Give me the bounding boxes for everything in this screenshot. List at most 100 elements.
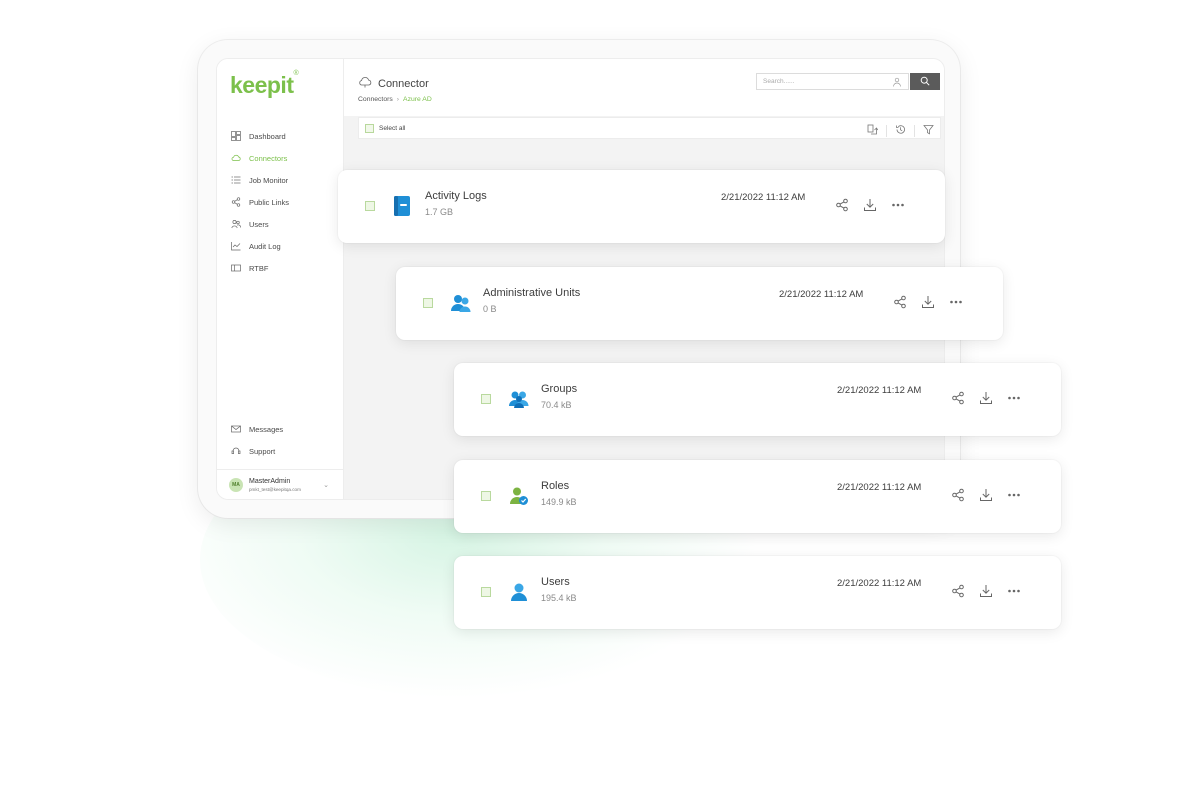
chevron-down-icon[interactable]: ⌄ — [323, 481, 329, 489]
breadcrumb-connectors[interactable]: Connectors — [358, 96, 393, 103]
cloud-icon — [358, 75, 372, 93]
restore-icon[interactable] — [867, 122, 879, 140]
toolbar-icons — [867, 122, 934, 140]
search-placeholder: Search...... — [763, 78, 795, 85]
share-icon[interactable] — [951, 391, 965, 405]
item-date: 2/21/2022 11:12 AM — [837, 385, 922, 396]
list-icon — [231, 175, 241, 185]
toolbar-divider — [914, 125, 915, 137]
logo-reg-mark: ® — [293, 70, 299, 77]
filter-icon[interactable] — [923, 122, 934, 140]
search-button[interactable] — [910, 73, 940, 90]
users-icon — [231, 219, 241, 229]
item-actions — [835, 198, 905, 212]
page-title: Connector — [378, 78, 429, 90]
dashboard-icon — [231, 131, 241, 141]
item-name: Roles — [541, 480, 570, 492]
item-date: 2/21/2022 11:12 AM — [837, 578, 922, 589]
item-checkbox[interactable] — [481, 491, 491, 501]
list-item[interactable]: Users 195.4 kB 2/21/2022 11:12 AM — [454, 556, 1061, 629]
download-icon[interactable] — [979, 391, 993, 405]
sidebar-bottom-nav: Messages Support — [217, 418, 343, 462]
search-icon — [920, 73, 930, 91]
item-checkbox[interactable] — [423, 298, 433, 308]
item-name: Users — [541, 576, 570, 588]
sidebar-item-job-monitor[interactable]: Job Monitor — [217, 169, 343, 191]
download-icon[interactable] — [921, 295, 935, 309]
user-icon — [508, 581, 528, 603]
item-actions — [951, 391, 1021, 405]
item-name: Activity Logs — [425, 190, 487, 202]
advanced-search-icon[interactable] — [892, 77, 902, 93]
item-date: 2/21/2022 11:12 AM — [721, 192, 806, 203]
more-options-icon[interactable] — [891, 198, 905, 212]
list-item[interactable]: Roles 149.9 kB 2/21/2022 11:12 AM — [454, 460, 1061, 533]
sidebar-item-label: Support — [249, 446, 276, 456]
select-all-checkbox[interactable] — [365, 123, 374, 133]
sidebar-item-label: Connectors — [249, 153, 288, 163]
roles-icon — [508, 485, 528, 507]
sidebar-item-label: Audit Log — [249, 241, 281, 251]
sidebar-item-rtbf[interactable]: RTBF — [217, 257, 343, 279]
breadcrumb: Connectors › Azure AD — [358, 96, 432, 103]
toolbar-divider — [886, 125, 887, 137]
admin-units-icon — [450, 292, 471, 314]
select-all-label[interactable]: Select all — [379, 125, 405, 132]
item-name: Groups — [541, 383, 578, 395]
download-icon[interactable] — [979, 584, 993, 598]
sidebar-item-users[interactable]: Users — [217, 213, 343, 235]
item-checkbox[interactable] — [481, 587, 491, 597]
item-actions — [893, 295, 963, 309]
search-input[interactable]: Search...... — [756, 73, 909, 90]
page-title-wrap: Connector — [358, 75, 429, 93]
list-item[interactable]: Groups 70.4 kB 2/21/2022 11:12 AM — [454, 363, 1061, 436]
sidebar-item-dashboard[interactable]: Dashboard — [217, 125, 343, 147]
sidebar-item-label: RTBF — [249, 263, 269, 273]
user-name: MasterAdmin — [249, 477, 291, 485]
support-icon — [231, 446, 241, 456]
user-menu[interactable]: MA MasterAdmin pmkt_test@keepitqa.com ⌄ — [217, 469, 343, 499]
share-icon[interactable] — [951, 488, 965, 502]
sidebar-item-public-links[interactable]: Public Links — [217, 191, 343, 213]
share-icon[interactable] — [893, 295, 907, 309]
item-checkbox[interactable] — [481, 394, 491, 404]
sidebar-item-label: Public Links — [249, 197, 290, 207]
more-options-icon[interactable] — [1007, 488, 1021, 502]
more-options-icon[interactable] — [1007, 391, 1021, 405]
item-checkbox[interactable] — [365, 201, 375, 211]
share-icon — [231, 197, 241, 207]
download-icon[interactable] — [863, 198, 877, 212]
item-size: 0 B — [483, 304, 497, 314]
sidebar-item-label: Users — [249, 219, 269, 229]
sidebar-nav: Dashboard Connectors Job Monitor Public … — [217, 125, 343, 279]
item-actions — [951, 488, 1021, 502]
logo-text: keepit — [230, 72, 294, 98]
sidebar-item-connectors[interactable]: Connectors — [217, 147, 343, 169]
sidebar-item-label: Messages — [249, 424, 284, 434]
more-options-icon[interactable] — [949, 295, 963, 309]
sidebar-item-messages[interactable]: Messages — [217, 418, 343, 440]
item-name: Administrative Units — [483, 287, 581, 299]
item-date: 2/21/2022 11:12 AM — [779, 289, 864, 300]
mail-icon — [231, 424, 241, 434]
share-icon[interactable] — [835, 198, 849, 212]
more-options-icon[interactable] — [1007, 584, 1021, 598]
groups-icon — [508, 388, 529, 410]
rtbf-icon — [231, 263, 241, 273]
sidebar: keepit® Dashboard Connectors Job Monitor — [217, 59, 344, 499]
toolbar: Select all — [358, 117, 941, 139]
sidebar-item-support[interactable]: Support — [217, 440, 343, 462]
avatar: MA — [229, 478, 243, 492]
sidebar-item-audit-log[interactable]: Audit Log — [217, 235, 343, 257]
breadcrumb-azure-ad[interactable]: Azure AD — [403, 96, 432, 103]
history-icon[interactable] — [895, 122, 906, 140]
item-size: 1.7 GB — [425, 207, 454, 217]
item-size: 70.4 kB — [541, 400, 572, 410]
user-email: pmkt_test@keepitqa.com — [249, 486, 301, 492]
list-item[interactable]: Administrative Units 0 B 2/21/2022 11:12… — [396, 267, 1003, 340]
list-item[interactable]: Activity Logs 1.7 GB 2/21/2022 11:12 AM — [338, 170, 945, 243]
keepit-logo[interactable]: keepit® — [230, 70, 299, 99]
item-actions — [951, 584, 1021, 598]
download-icon[interactable] — [979, 488, 993, 502]
share-icon[interactable] — [951, 584, 965, 598]
